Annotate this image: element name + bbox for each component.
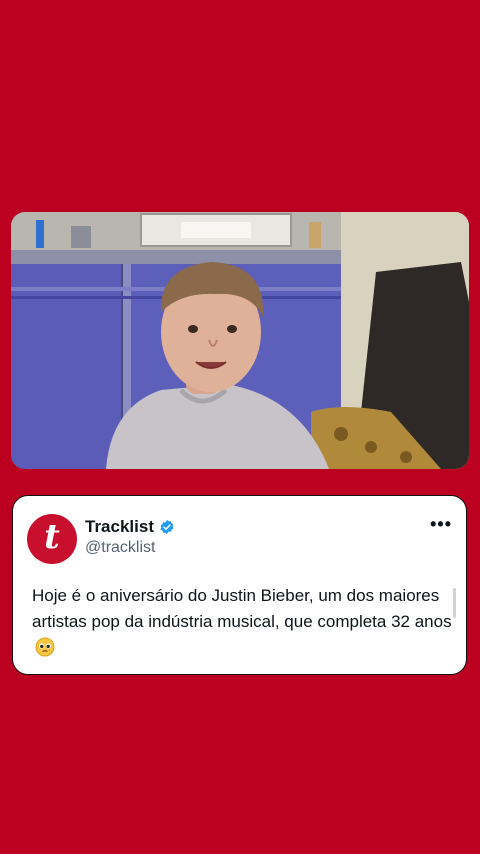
verified-badge-icon — [159, 519, 175, 535]
author-name[interactable]: Tracklist — [85, 517, 154, 537]
pleading-face-emoji-icon — [35, 637, 55, 665]
author-handle[interactable]: @tracklist — [85, 539, 155, 557]
avatar-letter: t — [44, 517, 60, 557]
video-player[interactable] — [11, 212, 469, 469]
more-options-icon[interactable]: ••• — [430, 514, 452, 535]
post-card[interactable]: t Tracklist @tracklist ••• Hoje é o aniv… — [12, 495, 467, 675]
post-text: Hoje é o aniversário do Justin Bieber, u… — [32, 583, 452, 665]
scrollbar[interactable] — [453, 588, 456, 618]
author-name-row[interactable]: Tracklist — [85, 517, 175, 537]
post-text-content: Hoje é o aniversário do Justin Bieber, u… — [32, 586, 452, 631]
video-frame — [11, 212, 469, 469]
avatar[interactable]: t — [27, 514, 77, 564]
